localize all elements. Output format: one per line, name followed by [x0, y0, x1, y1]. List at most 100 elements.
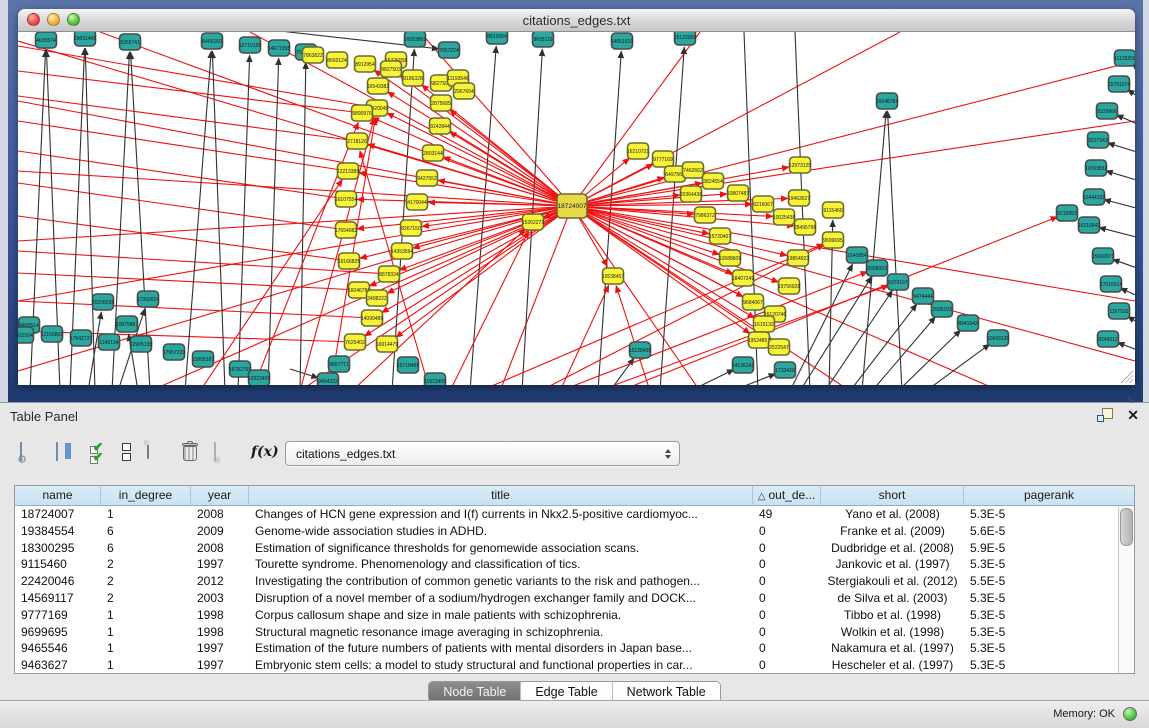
- graph-node[interactable]: 10807487: [727, 185, 749, 201]
- table-row[interactable]: 1938455462009Genome-wide association stu…: [15, 523, 1134, 540]
- column-visibility-icon[interactable]: [56, 443, 58, 461]
- graph-node[interactable]: 9245012: [1098, 331, 1119, 347]
- column-header-outde[interactable]: △out_de...: [753, 486, 821, 506]
- column-header-title[interactable]: title: [249, 486, 753, 506]
- graph-node[interactable]: 9857771: [329, 356, 350, 372]
- graph-node[interactable]: 12923405: [248, 370, 270, 385]
- graph-node[interactable]: 17654082: [335, 222, 357, 238]
- graph-node[interactable]: 8941542: [958, 315, 979, 331]
- graph-node[interactable]: 16543382: [367, 78, 389, 94]
- graph-node[interactable]: 1733426: [775, 362, 796, 378]
- close-panel-icon[interactable]: ✕: [1127, 408, 1139, 422]
- graph-node[interactable]: 8660124: [327, 52, 348, 68]
- graph-node[interactable]: 9684067: [743, 294, 764, 310]
- column-header-name[interactable]: name: [15, 486, 101, 506]
- graph-node[interactable]: 10958187: [192, 351, 214, 367]
- graph-node[interactable]: 15128435: [629, 342, 651, 358]
- graph-node[interactable]: 2803144: [423, 145, 444, 161]
- graph-node[interactable]: 7857224: [439, 42, 460, 58]
- network-window[interactable]: citations_edges.txt 4035574 20691406 93557…: [18, 9, 1135, 385]
- table-row[interactable]: 946362711997Embryonic stem cells: a mode…: [15, 657, 1134, 674]
- graph-node[interactable]: 6466160: [202, 33, 223, 49]
- graph-node[interactable]: 8912954: [355, 56, 376, 72]
- graph-node[interactable]: 12905135: [130, 336, 152, 352]
- graph-node[interactable]: 12444159: [1083, 189, 1105, 205]
- minimize-window-icon[interactable]: [47, 13, 60, 26]
- graph-node[interactable]: 12973125: [789, 157, 811, 173]
- tab-network-table[interactable]: Network Table: [613, 682, 720, 702]
- graph-node[interactable]: 7462662: [683, 162, 704, 178]
- graph-node[interactable]: 8215953: [1057, 205, 1078, 221]
- graph-node[interactable]: 10975887: [116, 316, 138, 332]
- graph-node[interactable]: 9227343: [1088, 132, 1109, 148]
- graph-node[interactable]: 17957233: [163, 344, 185, 360]
- graph-node[interactable]: 9242844: [430, 118, 451, 134]
- column-header-pagerank[interactable]: pagerank: [964, 486, 1134, 506]
- graph-node[interactable]: 10719185: [239, 37, 261, 53]
- table-scrollbar[interactable]: [1118, 506, 1134, 673]
- network-table-select[interactable]: citations_edges.txt: [285, 441, 680, 466]
- graph-node[interactable]: 28495796: [794, 219, 816, 235]
- graph-node[interactable]: 9329966: [1097, 103, 1118, 119]
- tab-edge-table[interactable]: Edge Table: [521, 682, 612, 702]
- graph-node[interactable]: 4035574: [36, 32, 57, 48]
- graph-node[interactable]: 12093832: [1085, 160, 1107, 176]
- graph-node[interactable]: 2875685: [431, 95, 452, 111]
- graph-node[interactable]: 16053803: [404, 32, 426, 47]
- graph-node[interactable]: 15692971: [1092, 248, 1114, 264]
- table-row[interactable]: 969969511998Structural magnetic resonanc…: [15, 624, 1134, 641]
- table-row[interactable]: 1830029562008Estimation of significance …: [15, 540, 1134, 557]
- zoom-window-icon[interactable]: [67, 13, 80, 26]
- graph-node[interactable]: 17016514: [1100, 276, 1122, 292]
- graph-node[interactable]: 10025438: [773, 209, 795, 225]
- graph-node[interactable]: 8931504: [18, 327, 34, 343]
- graph-node[interactable]: 17359924: [137, 291, 159, 307]
- graph-node[interactable]: 9474444: [913, 288, 934, 304]
- graph-node[interactable]: 9699695: [823, 232, 844, 248]
- graph-node[interactable]: 16210643: [1078, 217, 1100, 233]
- graph-node[interactable]: 8878334: [379, 266, 400, 282]
- graph-node[interactable]: 9890976: [352, 105, 373, 121]
- graph-node[interactable]: 9464332: [318, 373, 339, 385]
- graph-node[interactable]: 6379197: [888, 274, 909, 290]
- close-window-icon[interactable]: [27, 13, 40, 26]
- graph-node[interactable]: 19463627: [788, 190, 810, 206]
- graph-node[interactable]: 14671355: [268, 40, 290, 56]
- graph-node[interactable]: 19854923: [787, 250, 809, 266]
- graph-node[interactable]: 16107554: [335, 191, 357, 207]
- graph-node[interactable]: 3824554: [703, 173, 724, 189]
- graph-node[interactable]: 18407249: [732, 270, 754, 286]
- row-height-icon[interactable]: [122, 443, 131, 461]
- graph-node[interactable]: 19524851: [748, 332, 770, 348]
- graph-node[interactable]: 8267150: [401, 220, 422, 236]
- graph-node[interactable]: 20691406: [74, 32, 96, 46]
- graph-node[interactable]: 17942737: [70, 330, 92, 346]
- graph-node[interactable]: 19756928: [778, 278, 800, 294]
- graph-node[interactable]: 15302273: [522, 214, 544, 230]
- graph-node[interactable]: 3498222: [367, 290, 388, 306]
- graph-node[interactable]: 6216067: [753, 196, 774, 212]
- graph-node[interactable]: 8186328: [403, 70, 424, 86]
- graph-node[interactable]: 10643126: [987, 330, 1009, 346]
- new-file-icon[interactable]: [147, 441, 149, 459]
- graph-node[interactable]: 1615132: [754, 316, 775, 332]
- function-builder-icon[interactable]: f(x): [251, 444, 279, 460]
- table-row[interactable]: 1872400712008Changes of HCN gene express…: [15, 506, 1134, 523]
- graph-node[interactable]: 20206535: [92, 294, 114, 310]
- graph-node[interactable]: 9827503: [381, 61, 402, 77]
- table-row[interactable]: 911546021997Tourette syndrome. Phenomeno…: [15, 556, 1134, 573]
- graph-node[interactable]: 8358923: [867, 260, 888, 276]
- graph-node[interactable]: 16210721: [627, 143, 649, 159]
- graph-node[interactable]: 15751074: [1108, 76, 1130, 92]
- graph-node[interactable]: 15720407: [709, 228, 731, 244]
- graph-node[interactable]: 8813054: [487, 32, 508, 44]
- table-row[interactable]: 977716911998Corpus callosum shape and si…: [15, 607, 1134, 624]
- graph-node[interactable]: 15123056: [674, 32, 696, 45]
- graph-node[interactable]: 16648784: [876, 93, 898, 109]
- graph-node[interactable]: 14353594: [391, 243, 413, 259]
- graph-node[interactable]: 7625402: [345, 334, 366, 350]
- network-window-titlebar[interactable]: citations_edges.txt: [18, 9, 1135, 32]
- graph-node[interactable]: 9355741: [120, 34, 141, 50]
- graph-node[interactable]: 9777169: [653, 151, 674, 167]
- graph-node[interactable]: 14099489: [361, 310, 383, 326]
